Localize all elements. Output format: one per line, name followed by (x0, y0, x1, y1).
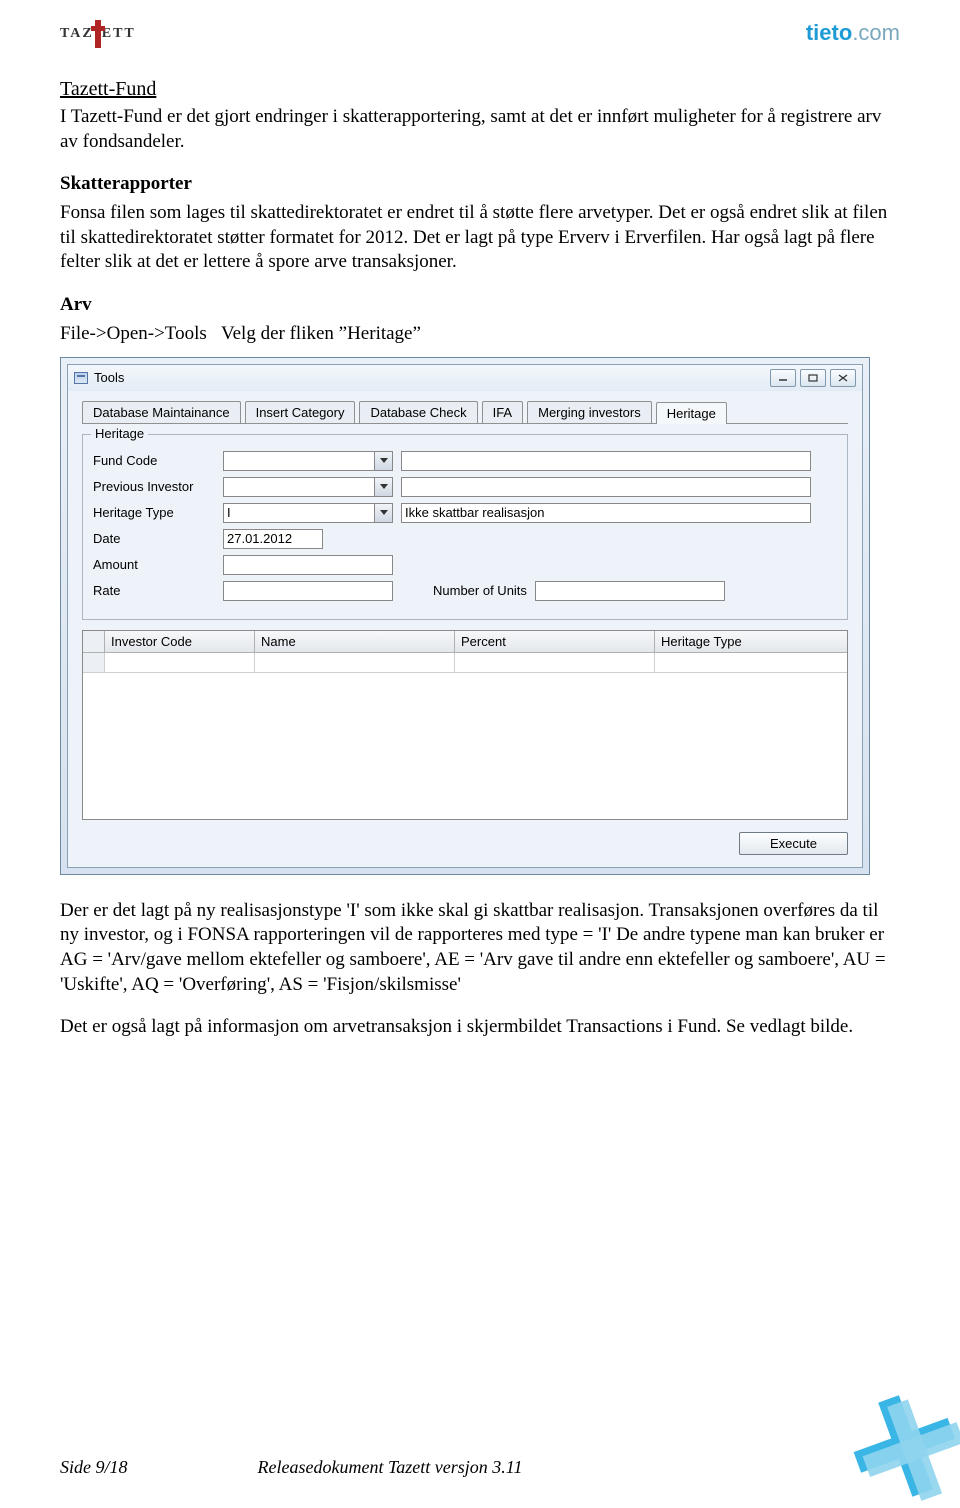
minimize-icon (778, 374, 788, 382)
heritage-type-display: Ikke skattbar realisasjon (401, 503, 811, 523)
amount-input[interactable] (223, 555, 393, 575)
grid-corner (83, 631, 105, 652)
section-title: Tazett-Fund (60, 78, 900, 101)
grid-row[interactable] (83, 653, 847, 673)
tab-ifa[interactable]: IFA (482, 401, 524, 423)
label-date: Date (93, 531, 223, 546)
label-units: Number of Units (433, 583, 527, 598)
maximize-button[interactable] (800, 369, 826, 387)
prev-investor-display[interactable] (401, 477, 811, 497)
tab-db-maint[interactable]: Database Maintainance (82, 401, 241, 423)
arv-instruction: File->Open->Tools Velg der fliken ”Herit… (60, 322, 900, 347)
date-input[interactable]: 27.01.2012 (223, 529, 323, 549)
label-heritage-type: Heritage Type (93, 505, 223, 520)
maximize-icon (808, 374, 818, 382)
tab-db-check[interactable]: Database Check (359, 401, 477, 423)
heritage-type-combo[interactable]: I (223, 503, 393, 523)
skatt-body: Fonsa filen som lages til skattedirektor… (60, 201, 900, 275)
tab-bar: Database Maintainance Insert Category Da… (68, 391, 862, 423)
prev-investor-combo[interactable] (223, 477, 393, 497)
window-title: Tools (94, 370, 124, 385)
col-name[interactable]: Name (255, 631, 455, 652)
chevron-down-icon (374, 452, 392, 470)
tieto-logo: tieto.com (806, 20, 900, 46)
label-fund-code: Fund Code (93, 453, 223, 468)
units-input[interactable] (535, 581, 725, 601)
tieto-corner-icon (840, 1388, 960, 1508)
chevron-down-icon (374, 504, 392, 522)
tab-merging[interactable]: Merging investors (527, 401, 652, 423)
intro-paragraph: I Tazett-Fund er det gjort endringer i s… (60, 105, 900, 154)
fund-code-combo[interactable] (223, 451, 393, 471)
heritage-grid[interactable]: Investor Code Name Percent Heritage Type (82, 630, 848, 820)
skatt-heading: Skatterapporter (60, 172, 900, 197)
after-paragraph-2: Det er også lagt på informasjon om arvet… (60, 1015, 900, 1040)
fund-code-display[interactable] (401, 451, 811, 471)
minimize-button[interactable] (770, 369, 796, 387)
col-heritage-type[interactable]: Heritage Type (655, 631, 847, 652)
rate-input[interactable] (223, 581, 393, 601)
after-paragraph-1: Der er det lagt på ny realisasjonstype '… (60, 899, 900, 998)
tab-heritage[interactable]: Heritage (656, 402, 727, 424)
chevron-down-icon (374, 478, 392, 496)
form-icon (74, 372, 88, 384)
tab-insert-category[interactable]: Insert Category (245, 401, 356, 423)
label-prev-investor: Previous Investor (93, 479, 223, 494)
close-icon (838, 374, 848, 382)
tools-window: Tools Database Maintainance Insert Categ… (60, 357, 870, 875)
heritage-group: Heritage Fund Code Previous Investor (82, 434, 848, 620)
col-percent[interactable]: Percent (455, 631, 655, 652)
label-amount: Amount (93, 557, 223, 572)
execute-button[interactable]: Execute (739, 832, 848, 855)
arv-heading: Arv (60, 293, 900, 318)
footer-page: Side 9/18 (60, 1457, 128, 1478)
tazett-logo: TAZETT (60, 20, 136, 48)
close-button[interactable] (830, 369, 856, 387)
col-investor-code[interactable]: Investor Code (105, 631, 255, 652)
footer-doc: Releasedokument Tazett versjon 3.11 (258, 1457, 523, 1478)
cross-icon (95, 20, 101, 48)
window-titlebar: Tools (68, 365, 862, 391)
label-rate: Rate (93, 583, 223, 598)
groupbox-title: Heritage (91, 426, 148, 441)
